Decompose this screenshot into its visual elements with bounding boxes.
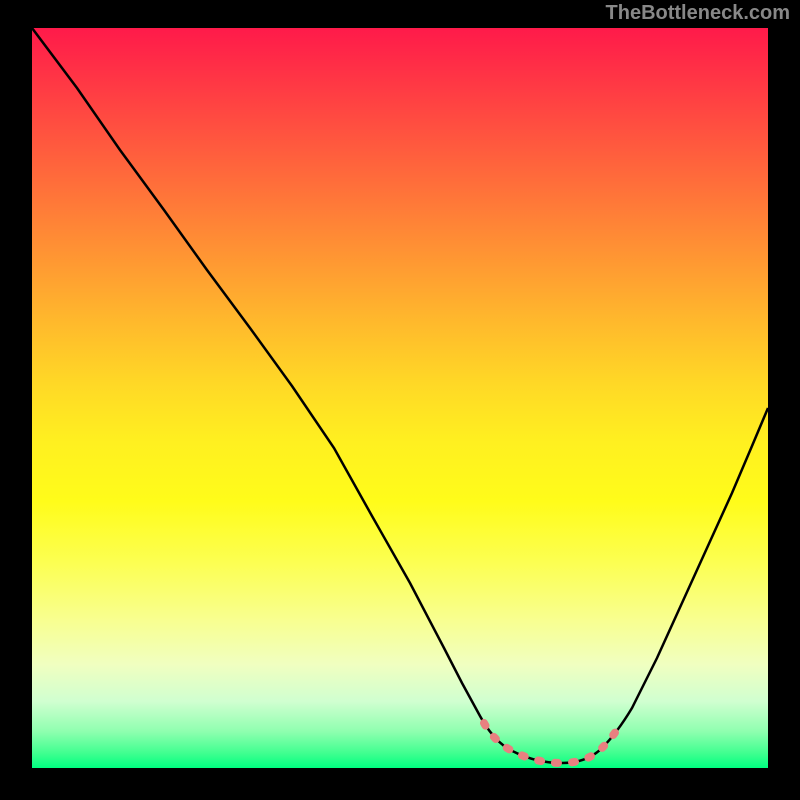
optimal-range-marker [484, 723, 620, 763]
watermark-text: TheBottleneck.com [606, 2, 790, 25]
plot-area [32, 28, 768, 768]
chart-svg [32, 28, 768, 768]
bottleneck-curve [32, 28, 768, 763]
chart-container: TheBottleneck.com [0, 0, 800, 800]
